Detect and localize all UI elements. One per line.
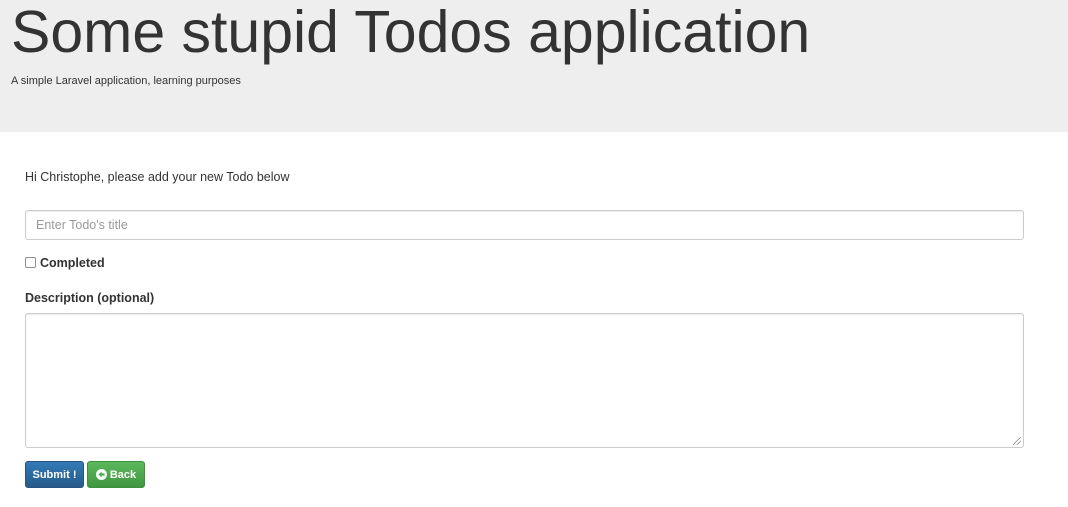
jumbotron-header: Some stupid Todos application A simple L… bbox=[0, 0, 1068, 132]
todo-title-input[interactable] bbox=[25, 210, 1024, 240]
circle-arrow-left-icon bbox=[95, 469, 107, 480]
back-button[interactable]: Back bbox=[87, 461, 145, 488]
submit-button[interactable]: Submit ! bbox=[25, 461, 84, 488]
completed-checkbox-row[interactable]: Completed bbox=[25, 255, 105, 271]
resize-grip-icon[interactable] bbox=[1013, 437, 1021, 445]
description-textarea[interactable] bbox=[25, 313, 1024, 448]
completed-label[interactable]: Completed bbox=[40, 255, 105, 271]
back-button-label: Back bbox=[109, 468, 137, 481]
completed-checkbox[interactable] bbox=[25, 256, 36, 268]
submit-button-label: Submit ! bbox=[32, 468, 77, 481]
description-label: Description (optional) bbox=[25, 291, 155, 305]
page-subtitle: A simple Laravel application, learning p… bbox=[11, 75, 241, 87]
greeting-text: Hi Christophe, please add your new Todo … bbox=[25, 170, 290, 184]
page-title: Some stupid Todos application bbox=[11, 0, 811, 65]
